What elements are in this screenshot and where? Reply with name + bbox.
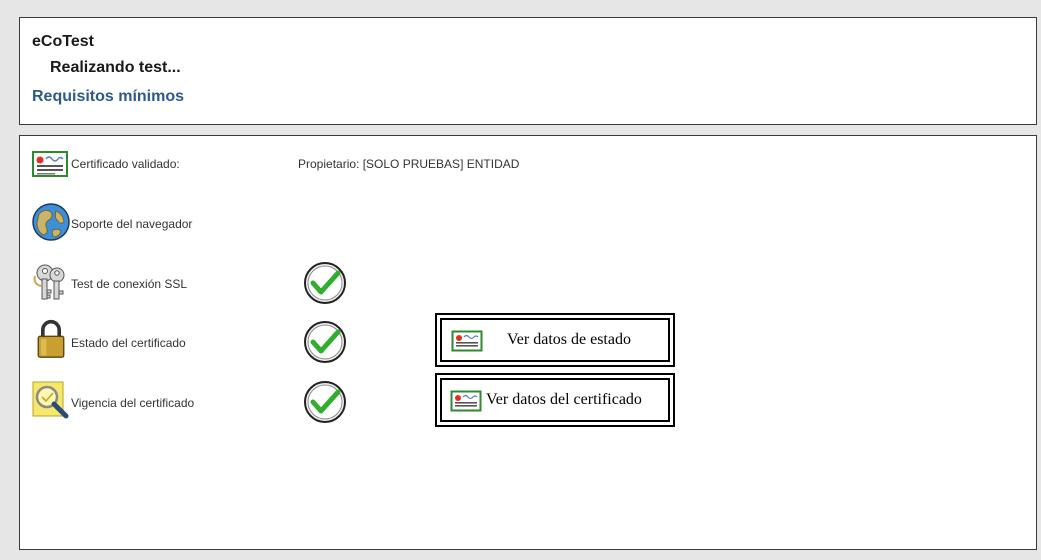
certificate-icon <box>32 151 68 177</box>
view-status-label: Ver datos de estado <box>507 331 631 348</box>
padlock-icon <box>37 319 65 358</box>
certificate-label: Certificado validado: <box>71 157 180 171</box>
cert-status-row: Estado del certificado Ver datos de esta… <box>20 313 1020 367</box>
status-text: Realizando test... <box>50 59 181 76</box>
validity-label: Vigencia del certificado <box>71 396 195 410</box>
requirements-link[interactable]: Requisitos mínimos <box>32 88 184 106</box>
globe-icon <box>32 203 70 241</box>
validity-check-icon <box>304 381 346 423</box>
ssl-label: Test de conexión SSL <box>71 277 188 291</box>
view-certificate-label: Ver datos del certificado <box>486 391 642 408</box>
certificate-icon <box>451 330 483 352</box>
app-title: eCoTest <box>32 33 94 50</box>
content-panel: Certificado validado: Propietario: [SOLO… <box>19 135 1037 550</box>
ssl-check-icon <box>304 262 346 304</box>
browser-label: Soporte del navegador <box>71 217 193 231</box>
certificate-row: Certificado validado: Propietario: [SOLO… <box>20 146 1020 190</box>
cert-status-label: Estado del certificado <box>71 336 186 350</box>
certificate-search-icon <box>32 381 69 419</box>
view-certificate-button[interactable]: Ver datos del certificado <box>435 373 675 427</box>
certificate-icon <box>450 390 482 412</box>
cert-status-check-icon <box>304 321 346 363</box>
keys-icon <box>33 264 65 300</box>
certificate-owner: Propietario: [SOLO PRUEBAS] ENTIDAD <box>298 157 520 171</box>
ssl-row: Test de conexión SSL <box>20 262 1020 306</box>
view-status-button[interactable]: Ver datos de estado <box>435 313 675 367</box>
browser-row: Soporte del navegador <box>20 202 1020 246</box>
validity-row: Vigencia del certificado Ver datos del c… <box>20 373 1020 427</box>
header-panel: eCoTest Realizando test... Requisitos mí… <box>19 17 1037 125</box>
